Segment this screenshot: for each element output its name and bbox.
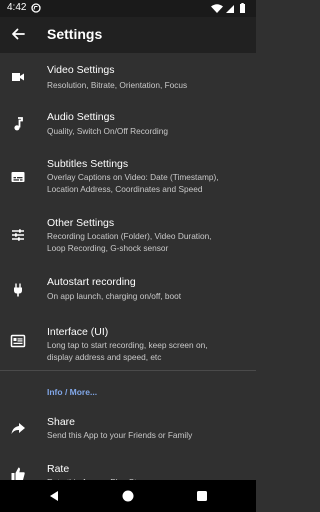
item-subtitle: Resolution, Bitrate, Orientation, Focus — [47, 80, 188, 90]
section-divider — [0, 370, 256, 371]
item-title: Rate — [47, 463, 70, 475]
subtitles-icon — [11, 172, 25, 182]
item-subtitle: Recording Location (Folder), Video Durat… — [47, 231, 212, 253]
item-title: Autostart recording — [47, 276, 136, 288]
videocam-icon — [12, 73, 24, 81]
section-header-info: Info / More... — [47, 387, 98, 397]
item-title: Video Settings — [47, 64, 115, 76]
wifi-icon — [211, 4, 223, 13]
interface-icon — [10, 334, 26, 348]
list-item-video-settings[interactable]: Video Settings Resolution, Bitrate, Orie… — [0, 53, 256, 99]
item-title: Share — [47, 416, 76, 428]
system-nav-bar — [0, 480, 256, 512]
page-title: Settings — [47, 26, 103, 42]
status-icons — [211, 3, 245, 13]
music-note-icon — [14, 117, 23, 131]
list-item-interface-ui[interactable]: Interface (UI) Long tap to start recordi… — [0, 315, 256, 371]
item-title: Other Settings — [47, 217, 115, 229]
list-item-audio-settings[interactable]: Audio Settings Quality, Switch On/Off Re… — [0, 99, 256, 145]
notification-icon — [31, 3, 41, 13]
battery-icon — [240, 4, 245, 13]
app-bar: Settings — [0, 17, 256, 53]
item-subtitle: Quality, Switch On/Off Recording — [47, 126, 168, 136]
item-subtitle: Overlay Captions on Video: Date (Timesta… — [47, 172, 219, 194]
power-plug-icon — [14, 283, 22, 297]
list-item-other-settings[interactable]: Other Settings Recording Location (Folde… — [0, 205, 256, 263]
nav-back-icon[interactable] — [47, 489, 61, 503]
item-subtitle: Send this App to your Friends or Family — [47, 430, 193, 440]
status-time: 4:42 — [7, 2, 27, 13]
list-item-share[interactable]: Share Send this App to your Friends or F… — [0, 408, 256, 448]
item-title: Subtitles Settings — [47, 158, 129, 170]
item-subtitle: Long tap to start recording, keep screen… — [47, 340, 208, 362]
signal-icon — [226, 5, 234, 13]
item-title: Audio Settings — [47, 111, 115, 123]
nav-recents-icon[interactable] — [195, 489, 209, 503]
status-bar: 4:42 — [0, 0, 256, 17]
nav-home-icon[interactable] — [121, 489, 135, 503]
item-subtitle: On app launch, charging on/off, boot — [47, 291, 182, 301]
tune-icon — [12, 229, 24, 241]
item-title: Interface (UI) — [47, 326, 109, 338]
back-arrow-icon[interactable] — [9, 25, 27, 43]
list-item-subtitles-settings[interactable]: Subtitles Settings Overlay Captions on V… — [0, 147, 256, 205]
list-item-autostart-recording[interactable]: Autostart recording On app launch, charg… — [0, 265, 256, 313]
share-icon — [11, 423, 25, 434]
